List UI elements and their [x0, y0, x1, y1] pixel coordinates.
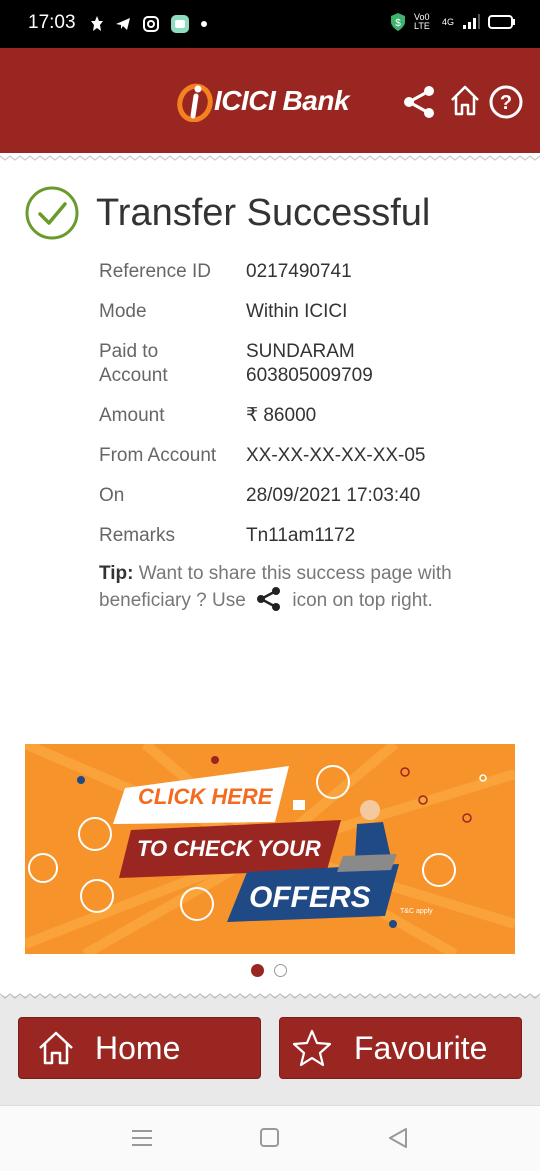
banner-line3: OFFERS [249, 881, 371, 914]
transfer-details: Reference ID 0217490741 Mode Within ICICI … [99, 260, 519, 564]
page-title: Transfer Successful [96, 191, 431, 234]
detail-value: XX-XX-XX-XX-XX-05 [246, 445, 426, 466]
svg-text:$: $ [395, 18, 401, 29]
favourite-label: Favourite [354, 1029, 488, 1066]
logo-text: ICICI Bank [214, 85, 350, 116]
detail-label: Reference ID [99, 261, 211, 282]
home-icon[interactable] [449, 84, 481, 118]
detail-row: Reference ID 0217490741 [99, 260, 519, 284]
banner-line2: TO CHECK YOUR [137, 836, 321, 861]
icici-logo: ICICI Bank [176, 80, 350, 122]
share-icon [257, 587, 281, 611]
detail-row: From Account XX-XX-XX-XX-XX-05 [99, 444, 519, 468]
back-icon[interactable] [387, 1127, 409, 1149]
detail-row: Remarks Tn11am1172 [99, 524, 519, 548]
system-nav-bar [0, 1105, 540, 1171]
telegram-icon [116, 18, 130, 30]
instagram-icon [143, 16, 159, 32]
tip-text-end: icon on top right. [292, 590, 433, 611]
detail-label: Amount [99, 405, 165, 426]
home-label: Home [95, 1029, 181, 1066]
share-tip: Tip: Want to share this success page wit… [99, 562, 499, 613]
tip-label: Tip: [99, 563, 134, 584]
detail-value: 0217490741 [246, 261, 352, 282]
detail-value: Within ICICI [246, 301, 348, 322]
dot-icon [201, 21, 207, 27]
star-icon [292, 1029, 332, 1067]
carousel-dot-active[interactable] [251, 964, 264, 977]
network-label: Vo0 LTE [413, 12, 430, 31]
banner-fine-print: T&C apply [400, 908, 433, 915]
vpn-shield-icon: $ [390, 13, 405, 31]
detail-row: On 28/09/2021 17:03:40 [99, 484, 519, 508]
app-icon [171, 15, 189, 33]
status-bar: 17:03 $ Vo0 LTE 4G [0, 0, 540, 48]
share-icon[interactable] [402, 84, 438, 120]
carousel-indicator [251, 964, 287, 977]
detail-label: Remarks [99, 525, 176, 546]
detail-value: ₹ 86000 [246, 405, 317, 426]
battery-icon [488, 15, 515, 29]
help-icon[interactable]: ? [488, 84, 524, 120]
menu-icon[interactable] [131, 1129, 153, 1147]
recents-icon[interactable] [259, 1127, 281, 1149]
detail-value: SUNDARAM 603805009709 [246, 341, 373, 386]
detail-value: 28/09/2021 17:03:40 [246, 485, 421, 506]
detail-row: Amount ₹ 86000 [99, 404, 519, 428]
notification-icon [91, 16, 103, 31]
home-button[interactable]: Home [18, 1017, 261, 1079]
footer-zigzag [0, 993, 540, 999]
check-circle-icon [25, 186, 79, 240]
detail-label: On [99, 485, 125, 506]
detail-label: Paid to Account [99, 341, 168, 386]
detail-row: Paid to Account SUNDARAM 603805009709 [99, 340, 519, 388]
favourite-button[interactable]: Favourite [279, 1017, 522, 1079]
signal-label: 4G [441, 17, 454, 27]
svg-text:?: ? [500, 92, 512, 114]
banner-line1: CLICK HERE [138, 784, 273, 809]
result-header: Transfer Successful [24, 185, 430, 241]
notification-icons [90, 14, 208, 34]
detail-value: Tn11am1172 [246, 525, 356, 546]
home-icon [39, 1031, 73, 1065]
status-time: 17:03 [28, 12, 76, 33]
carousel-dot[interactable] [274, 964, 287, 977]
header-zigzag [0, 150, 540, 161]
system-icons: $ Vo0 LTE 4G [390, 12, 516, 32]
detail-label: From Account [99, 445, 217, 466]
signal-icon [463, 14, 480, 29]
logo-mark-icon [177, 83, 213, 122]
detail-row: Mode Within ICICI [99, 300, 519, 324]
detail-label: Mode [99, 301, 147, 322]
offers-banner[interactable]: CLICK HERE TO CHECK YOUR OFFERS T&C appl… [25, 744, 515, 954]
